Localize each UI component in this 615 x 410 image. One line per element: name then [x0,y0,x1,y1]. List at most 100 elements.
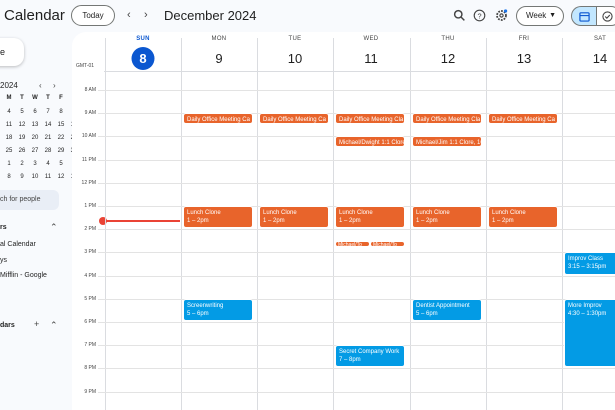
add-calendar-icon[interactable]: + [34,319,39,329]
mini-day[interactable]: 9 [16,174,28,180]
day-number[interactable]: 14 [589,47,612,70]
event-title: Daily Office Meeting Ca [492,117,555,124]
day-number[interactable]: 12 [437,47,460,70]
mini-day[interactable]: 10 [29,174,41,180]
calendar-event[interactable]: Michael/Dwight 1:1 Clore [335,136,405,147]
mini-day[interactable]: 13 [29,122,41,128]
mini-day[interactable]: 18 [3,135,15,141]
day-number[interactable]: 11 [360,47,383,70]
calendar-event[interactable]: Michael/To [370,240,405,247]
mini-day[interactable]: 12 [55,174,67,180]
event-time: 7 – 8pm [339,357,361,364]
chevron-down-icon: ▼ [549,12,556,19]
calendar-event[interactable]: Daily Office Meeting Cla [412,113,482,124]
tasks-view-toggle[interactable] [596,6,615,26]
mini-day[interactable]: 14 [42,122,54,128]
mini-day[interactable]: 26 [16,148,28,154]
other-calendars-heading[interactable]: dars [0,322,15,329]
mini-day[interactable]: 8 [55,109,67,115]
mini-day[interactable]: 21 [42,135,54,141]
mini-day[interactable]: 11 [42,174,54,180]
create-button[interactable]: e [0,38,24,66]
mini-weekday: F [59,95,63,101]
calendar-event[interactable]: Secret Company Work 7 – 8pm [335,345,405,368]
calendar-event[interactable]: Michael/Jim 1:1 Clore, 10 [412,136,482,147]
calendar-event[interactable]: Michael/To [335,240,370,247]
collapse-icon[interactable]: ⌃ [50,222,58,233]
calendar-event[interactable]: Lunch Clone 1 – 2pm [335,206,405,229]
calendar-event[interactable]: More Improv 4:30 – 1:30pm [564,298,615,368]
day-number[interactable]: 10 [284,47,307,70]
event-title: Lunch Clone [339,210,373,216]
day-number[interactable]: 9 [208,47,231,70]
mini-day[interactable]: 29 [55,148,67,154]
mini-day[interactable]: 4 [42,161,54,167]
search-people-input[interactable]: ch for people [0,190,59,210]
mini-day[interactable]: 15 [55,122,67,128]
calendar-event[interactable]: Improv Class 3:15 – 3:15pm [564,252,615,275]
day-header-mon[interactable]: MON 9 [181,32,257,72]
today-button[interactable]: Today [71,5,115,26]
calendar-event[interactable]: Lunch Clone 1 – 2pm [259,206,329,229]
mini-next-button[interactable]: › [53,81,56,90]
calendar-event[interactable]: Lunch Clone 1 – 2pm [183,206,253,229]
prev-week-button[interactable]: ‹ [127,8,131,22]
mini-day[interactable]: 28 [42,148,54,154]
mini-day[interactable]: 2 [16,161,28,167]
calendar-event[interactable]: Lunch Clone 1 – 2pm [412,206,482,229]
collapse-icon[interactable]: ⌃ [50,320,58,331]
mini-day[interactable]: 5 [16,109,28,115]
day-header-fri[interactable]: FRI 13 [486,32,562,72]
calendar-event[interactable]: Screenwriting 5 – 6pm [183,298,253,321]
mini-day[interactable]: 3 [29,161,41,167]
mini-day[interactable]: 25 [3,148,15,154]
mini-day[interactable]: 8 [3,174,15,180]
calendar-event[interactable]: Daily Office Meeting Ca [259,113,329,124]
day-header-tue[interactable]: TUE 10 [257,32,333,72]
help-icon[interactable]: ? [473,9,486,22]
settings-icon[interactable] [495,9,508,22]
hour-line [98,391,615,393]
mini-day[interactable]: 22 [55,135,67,141]
mini-day[interactable]: 7 [42,109,54,115]
event-title: Improv Class [568,256,604,263]
day-header-wed[interactable]: WED 11 [333,32,409,72]
hour-line [98,229,615,231]
calendar-item[interactable]: Mifflin - Google [0,272,47,279]
mini-day[interactable]: 27 [29,148,41,154]
day-number[interactable]: 13 [513,47,536,70]
calendar-event[interactable]: Daily Office Meeting Ca [183,113,253,124]
mini-prev-button[interactable]: ‹ [39,81,42,90]
event-time: 1 – 2pm [416,218,438,224]
svg-text:?: ? [477,11,481,20]
calendar-item[interactable]: ys [0,257,7,264]
mini-day[interactable]: 1 [3,161,15,167]
calendar-view-toggle[interactable] [571,6,596,26]
month-title: December 2024 [164,8,257,23]
mini-day[interactable]: 4 [3,109,15,115]
mini-day[interactable]: 12 [16,122,28,128]
day-header-thu[interactable]: THU 12 [410,32,486,72]
mini-day[interactable]: 6 [29,109,41,115]
my-calendars-heading[interactable]: rs [0,224,7,231]
view-selector[interactable]: Week ▼ [516,6,564,26]
calendar-event[interactable]: Lunch Clone 1 – 2pm [488,206,558,229]
next-week-button[interactable]: › [144,8,148,22]
hour-label: 7 PM [84,342,96,349]
mini-day[interactable]: 19 [16,135,28,141]
mini-day[interactable]: 5 [55,161,67,167]
calendar-event[interactable]: Dentist Appointment 5 – 6pm [412,298,482,321]
hour-label: 5 PM [84,295,96,302]
day-header-sat[interactable]: SAT 14 [562,32,615,72]
calendar-event[interactable]: Daily Office Meeting Cla [335,113,405,124]
day-header-sun[interactable]: SUN 8 [105,32,181,72]
day-number[interactable]: 8 [131,47,155,70]
calendar-item[interactable]: al Calendar [0,241,36,248]
mini-day[interactable]: 11 [3,122,15,128]
mini-day[interactable]: 20 [29,135,41,141]
calendar-event[interactable]: Daily Office Meeting Ca [488,113,558,124]
search-icon[interactable] [453,9,466,22]
hour-label: 6 PM [84,319,96,325]
hour-label: 4 PM [84,272,96,279]
mini-weekday: W [32,95,38,101]
